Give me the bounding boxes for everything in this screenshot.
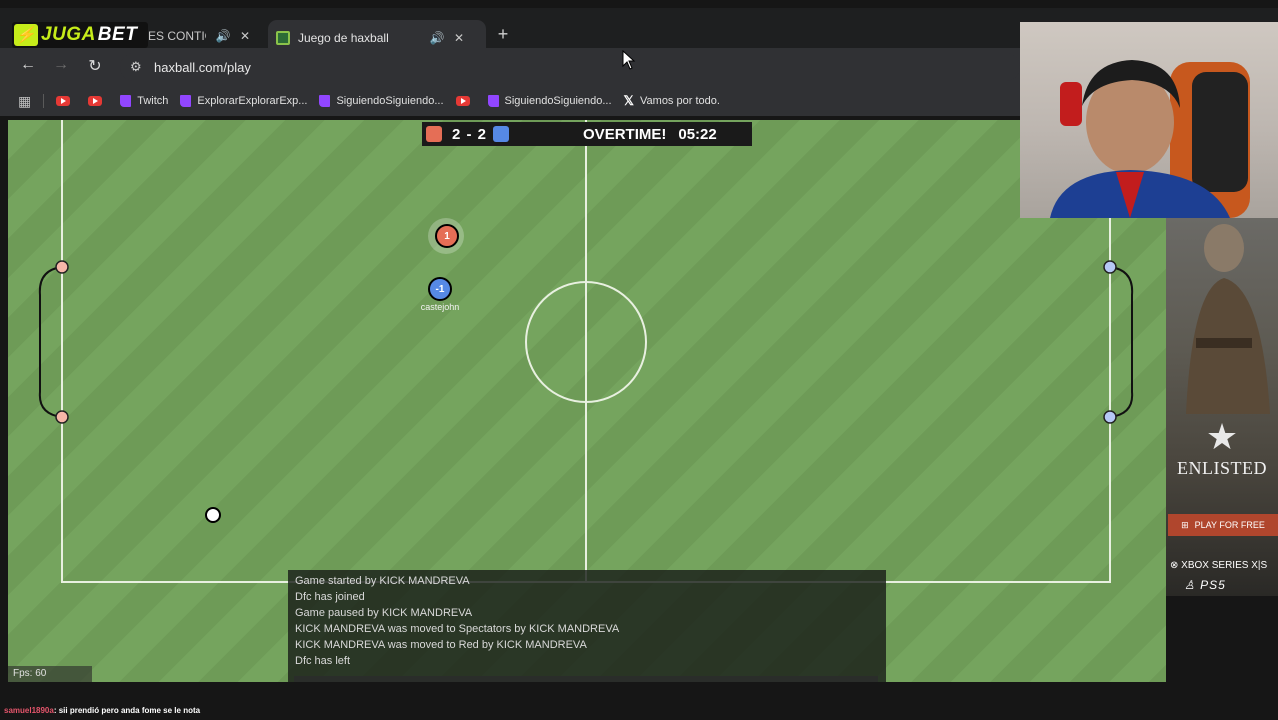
bookmark-youtube-1[interactable]	[56, 96, 76, 106]
back-arrow-icon[interactable]: ←	[17, 56, 39, 78]
player-number: -1	[435, 283, 445, 295]
red-team-color	[426, 126, 442, 142]
red-player: 1	[435, 224, 459, 248]
player-number: 1	[444, 230, 450, 242]
apps-grid-icon[interactable]: ▦	[18, 93, 31, 110]
close-icon[interactable]: ✕	[236, 27, 254, 45]
youtube-icon	[56, 96, 71, 106]
bookmark-x[interactable]: 𝕏 Vamos por todo.	[624, 93, 720, 109]
bookmark-explorar[interactable]: ExplorarExplorarExp...	[180, 95, 307, 107]
chat-line: Game paused by KICK MANDREVA	[295, 607, 473, 619]
fps-counter: Fps: 60	[8, 666, 92, 682]
windows-icon: ⊞	[1181, 519, 1189, 530]
twitch-icon	[120, 95, 132, 107]
xbox-platform: ⊗ XBOX SERIES X|S	[1170, 560, 1267, 571]
twitch-icon	[487, 95, 499, 107]
chat-line: Dfc has left	[295, 655, 351, 667]
x-icon: 𝕏	[623, 93, 635, 108]
bolt-icon: ⚡	[14, 24, 38, 46]
playstation-icon: ♙	[1184, 578, 1196, 592]
youtube-icon	[88, 96, 103, 106]
left-post-top	[55, 260, 69, 274]
blue-player: -1	[428, 277, 452, 301]
mouse-cursor-icon	[622, 50, 636, 70]
scoreboard: 2 - 2 OVERTIME! 05:22	[422, 122, 752, 146]
bookmark-label: SiguiendoSiguiendo...	[336, 95, 444, 107]
ball	[205, 507, 221, 523]
url-text: haxball.com/play	[154, 59, 251, 75]
twitch-icon	[319, 95, 331, 107]
score-text: 2 - 2	[452, 125, 488, 143]
chat-line: Game started by KICK MANDREVA	[295, 575, 470, 587]
brand-left: JUGA	[41, 24, 96, 45]
new-tab-button[interactable]: +	[494, 24, 512, 44]
screen: ⚡ JUGA BET ES CONTIGO 🔊 ✕ Juego de haxba…	[0, 0, 1278, 720]
star-emblem-icon: ★	[1205, 416, 1239, 457]
stream-chat-message: samuel1890a: sii prendió pero anda fome …	[4, 706, 200, 715]
reload-icon[interactable]: ↻	[84, 56, 106, 78]
youtube-icon	[455, 96, 470, 106]
bookmark-twitch[interactable]: Twitch	[120, 95, 168, 107]
left-post-bottom	[55, 410, 69, 424]
speaker-icon[interactable]: 🔊	[214, 27, 232, 45]
bookmark-siguiendo-1[interactable]: SiguiendoSiguiendo...	[319, 95, 444, 107]
play-for-free-button[interactable]: ⊞ PLAY FOR FREE	[1168, 514, 1278, 536]
webcam-overlay	[1020, 22, 1278, 218]
right-post-bottom	[1103, 410, 1117, 424]
tab-title: ES CONTIGO	[148, 29, 206, 43]
right-goal	[1109, 266, 1134, 418]
ad-title: ENLISTED	[1177, 458, 1267, 478]
platform-label: PS5	[1200, 578, 1226, 592]
cta-label: PLAY FOR FREE	[1194, 520, 1265, 530]
twitch-icon	[180, 95, 192, 107]
platform-label: XBOX SERIES X|S	[1181, 560, 1268, 571]
blue-team-color	[493, 126, 510, 142]
chat-input[interactable]	[294, 676, 878, 682]
chat-username: samuel1890a	[4, 706, 54, 715]
game-clock: 05:22	[678, 125, 717, 143]
soldier-image	[1186, 224, 1270, 414]
haxball-favicon-icon	[276, 31, 290, 45]
right-post-top	[1103, 260, 1117, 274]
jugabet-logo: ⚡ JUGA BET	[12, 22, 148, 48]
divider	[43, 94, 45, 108]
forward-arrow-icon[interactable]: →	[50, 56, 72, 78]
chat-line: KICK MANDREVA was moved to Spectators by…	[295, 623, 620, 635]
streamer-silhouette	[1050, 60, 1250, 218]
chat-line: KICK MANDREVA was moved to Red by KICK M…	[295, 639, 587, 651]
xbox-icon: ⊗	[1170, 560, 1179, 571]
address-bar[interactable]: ⚙ haxball.com/play	[120, 53, 1020, 81]
bookmark-label: Twitch	[137, 95, 169, 107]
ps5-platform: ♙ PS5	[1184, 578, 1226, 592]
haxball-game[interactable]: 2 - 2 OVERTIME! 05:22 1 -1 castejohn Gam…	[8, 120, 1166, 682]
bookmark-label: ExplorarExplorarExp...	[197, 95, 308, 107]
chat-message: : sii prendió pero anda fome se le nota	[53, 706, 201, 715]
tab-title: Juego de haxball	[298, 31, 389, 45]
game-chat: Game started by KICK MANDREVA Dfc has jo…	[288, 570, 886, 682]
chat-line: Dfc has joined	[295, 591, 365, 603]
bookmark-siguiendo-2[interactable]: SiguiendoSiguiendo...	[487, 95, 612, 107]
close-icon[interactable]: ✕	[450, 29, 468, 47]
bookmark-label: Vamos por todo.	[640, 95, 720, 107]
brand-right: BET	[97, 24, 138, 45]
enlisted-ad[interactable]: ★ ENLISTED ⊞ PLAY FOR FREE ⊗ XBOX SERIES…	[1166, 218, 1278, 596]
player-name: castejohn	[420, 302, 460, 312]
bookmark-label: SiguiendoSiguiendo...	[504, 95, 612, 107]
overtime-label: OVERTIME!	[583, 125, 667, 143]
bookmark-youtube-3[interactable]	[455, 96, 476, 106]
speaker-icon[interactable]: 🔊	[428, 29, 446, 47]
site-info-icon[interactable]: ⚙	[130, 59, 146, 75]
bookmark-youtube-2[interactable]	[88, 96, 108, 106]
left-goal	[38, 266, 63, 418]
